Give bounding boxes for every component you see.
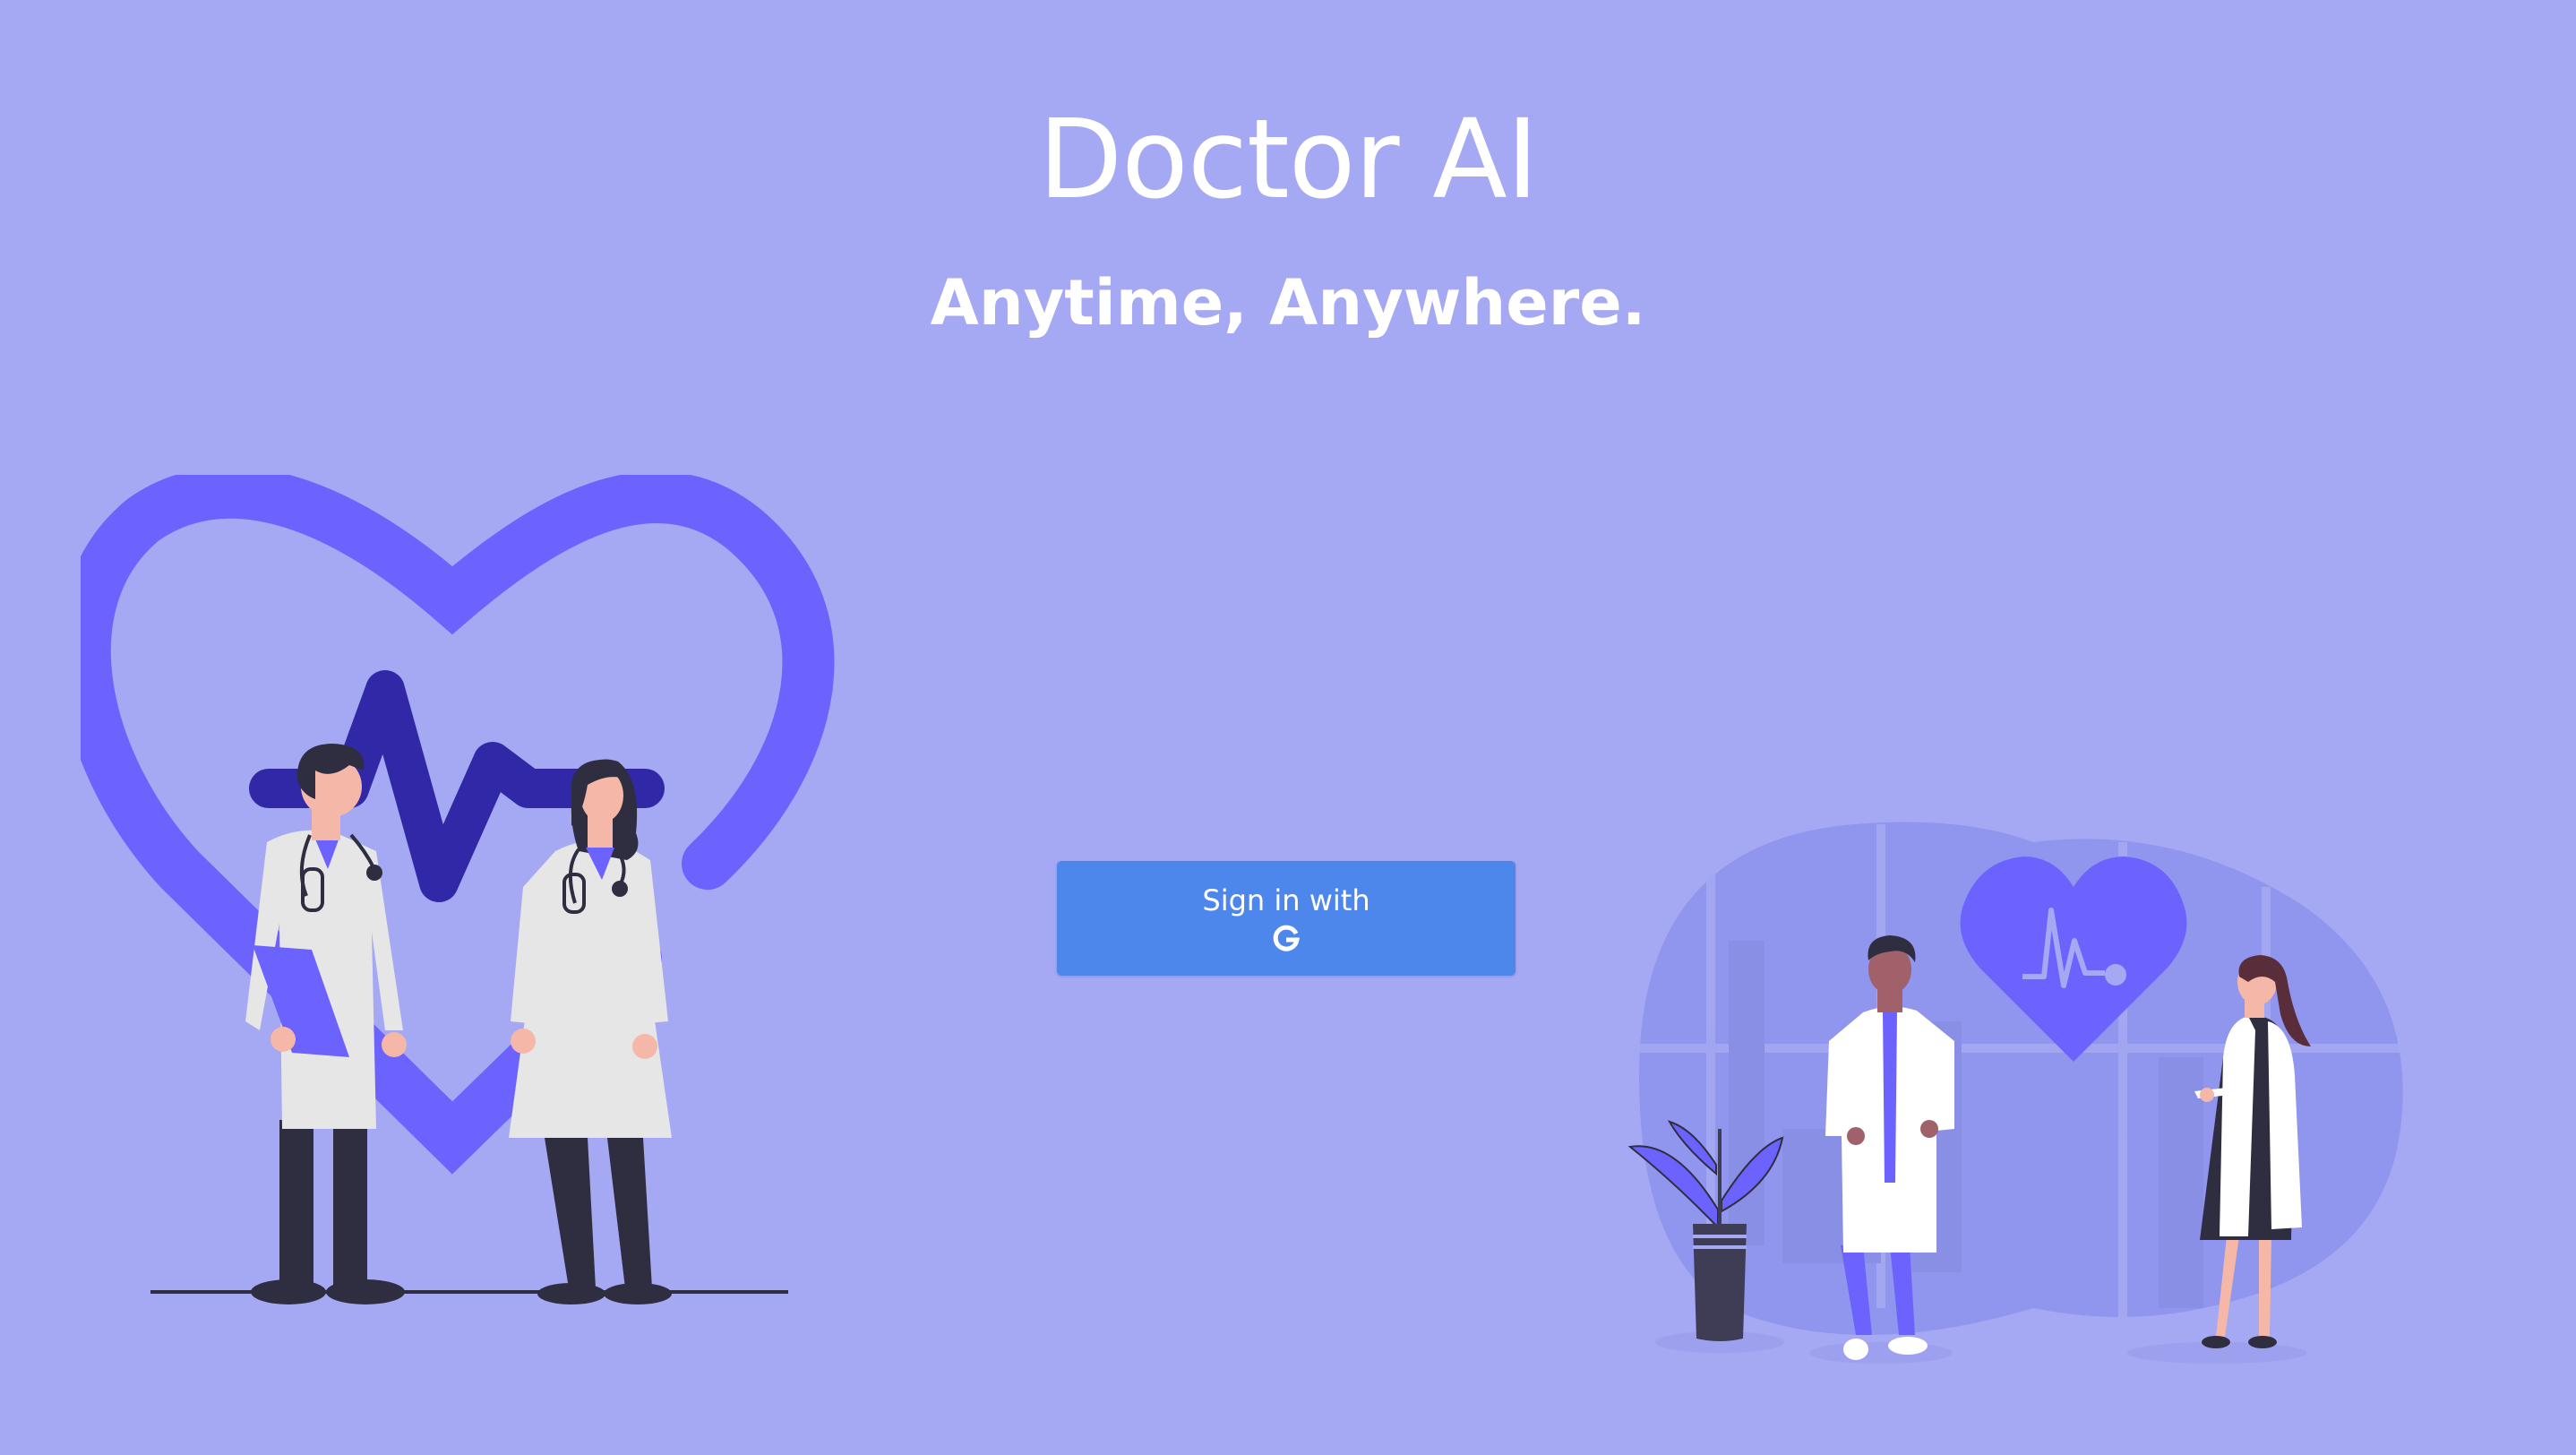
app-tagline: Anytime, Anywhere. — [930, 266, 1646, 340]
app-title: Doctor AI — [1038, 96, 1539, 223]
female-doctor-figure — [509, 759, 672, 1304]
male-doctor-figure — [245, 744, 407, 1304]
google-g-icon — [1273, 925, 1300, 951]
medical-team-illustration — [1627, 822, 2403, 1364]
signin-label: Sign in with — [1202, 883, 1370, 917]
doctors-heart-illustration — [81, 475, 835, 1304]
google-signin-button[interactable]: Sign in with — [1057, 861, 1516, 976]
